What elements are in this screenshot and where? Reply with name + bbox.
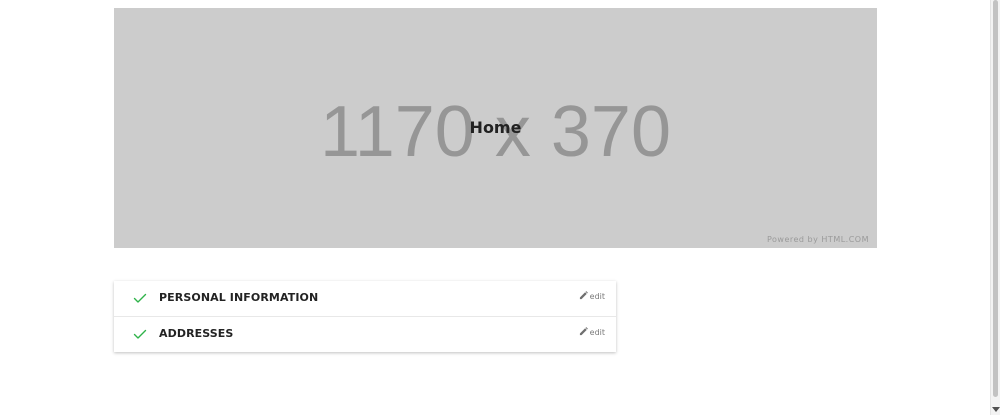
page-title: Home [469,118,522,137]
edit-label: edit [589,328,605,337]
step-title: ADDRESSES [159,327,234,340]
edit-addresses-link[interactable]: edit [579,327,605,337]
checkout-step-personal-information[interactable]: PERSONAL INFORMATION edit [114,281,616,317]
banner-powered-by: Powered by HTML.COM [767,235,869,244]
edit-label: edit [589,292,605,301]
pencil-icon [579,291,588,300]
scrollbar-thumb[interactable] [993,0,998,397]
step-title: PERSONAL INFORMATION [159,291,319,304]
edit-personal-information-link[interactable]: edit [579,291,605,301]
pencil-icon [579,327,588,336]
vertical-scrollbar[interactable] [990,0,1000,415]
scroll-down-arrow-icon[interactable] [992,407,1000,412]
check-icon [133,293,147,303]
page: 1170 x 370 Home Powered by HTML.COM PERS… [0,0,1000,415]
banner-image-placeholder: 1170 x 370 Home Powered by HTML.COM [114,8,877,248]
check-icon [133,329,147,339]
checkout-steps: PERSONAL INFORMATION edit ADDRESSES edit [114,281,616,352]
checkout-step-addresses[interactable]: ADDRESSES edit [114,317,616,352]
